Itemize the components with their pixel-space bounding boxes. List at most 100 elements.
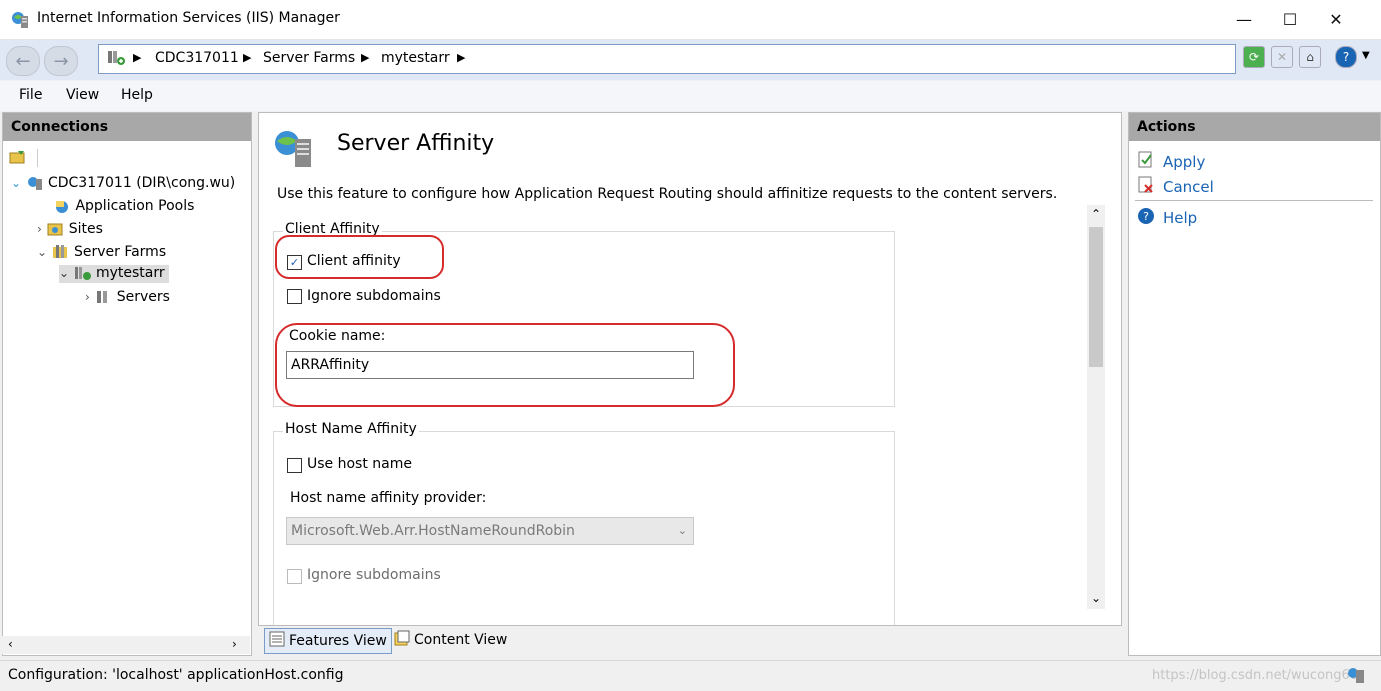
cancel-label: Cancel <box>1163 178 1214 196</box>
feature-scrollbar[interactable]: ⌃ ⌄ <box>1087 205 1105 609</box>
content-view-icon <box>394 630 410 650</box>
sites-icon <box>46 221 64 237</box>
menu-bar: File View Help <box>0 81 1381 111</box>
help-icon[interactable]: ? <box>1335 46 1357 68</box>
back-arrow-icon: ← <box>15 50 31 72</box>
watermark: https://blog.csdn.net/wucong60 <box>1152 668 1359 683</box>
server-farms-icon <box>52 244 70 260</box>
connections-header: Connections <box>3 113 251 141</box>
tree-node-farm-selected[interactable]: ⌄ mytestarr <box>59 265 169 283</box>
cookie-name-input[interactable]: ARRAffinity <box>286 351 694 379</box>
maximize-button[interactable]: ☐ <box>1267 0 1313 39</box>
minimize-button[interactable]: — <box>1221 0 1267 39</box>
application-pools-icon <box>53 198 71 214</box>
status-text: Configuration: 'localhost' applicationHo… <box>8 667 344 683</box>
forward-arrow-icon: → <box>53 50 69 72</box>
tree-label-app-pools: Application Pools <box>75 198 195 214</box>
breadcrumb[interactable]: ▶ CDC317011 ▶ Server Farms ▶ mytestarr ▶ <box>98 44 1236 74</box>
scrollbar-thumb[interactable] <box>1089 227 1103 367</box>
menu-help[interactable]: Help <box>121 87 153 103</box>
view-tabs: Features View Content View <box>258 626 1120 654</box>
forward-button[interactable]: → <box>44 46 78 76</box>
help-dropdown-icon[interactable]: ▼ <box>1362 50 1370 61</box>
tree-node-app-pools[interactable]: Application Pools <box>53 198 194 214</box>
address-bar: ← → ▶ CDC317011 ▶ Server Farms ▶ mytesta… <box>0 40 1381 80</box>
scroll-up-icon[interactable]: ⌃ <box>1091 207 1101 221</box>
tree-node-server-farms[interactable]: ⌄ Server Farms <box>37 244 166 260</box>
tree-node-servers[interactable]: › Servers <box>85 289 170 305</box>
connections-horizontal-scrollbar[interactable]: ‹ › <box>2 636 250 654</box>
breadcrumb-separator-icon: ▶ <box>243 51 252 64</box>
host-name-affinity-group-label: Host Name Affinity <box>283 421 419 437</box>
content-view-tab[interactable]: Content View <box>390 628 511 652</box>
scroll-down-icon[interactable]: ⌄ <box>1091 591 1101 605</box>
iis-app-icon <box>10 10 30 30</box>
provider-select-value: Microsoft.Web.Arr.HostNameRoundRobin <box>291 523 575 539</box>
servers-icon <box>94 289 112 305</box>
server-affinity-icon <box>273 129 315 173</box>
apply-action[interactable]: Apply <box>1137 151 1205 173</box>
use-host-name-label[interactable]: Use host name <box>307 456 412 472</box>
tree-label-farm: mytestarr <box>95 265 165 281</box>
provider-select[interactable]: Microsoft.Web.Arr.HostNameRoundRobin ⌄ <box>286 517 694 545</box>
feature-description: Use this feature to configure how Applic… <box>277 186 1058 202</box>
help-circle-icon: ? <box>1137 207 1155 229</box>
connect-icon[interactable] <box>9 149 27 169</box>
provider-label: Host name affinity provider: <box>290 490 487 506</box>
tree-label-server-farms: Server Farms <box>73 244 167 260</box>
menu-view[interactable]: View <box>66 87 99 103</box>
back-button[interactable]: ← <box>6 46 40 76</box>
breadcrumb-server[interactable]: CDC317011 <box>155 50 239 66</box>
apply-icon <box>1137 151 1155 173</box>
refresh-icon[interactable]: ⟳ <box>1243 46 1265 68</box>
cookie-name-label: Cookie name: <box>289 328 386 344</box>
status-bar: Configuration: 'localhost' applicationHo… <box>0 660 1381 691</box>
expand-chevron-icon[interactable]: ⌄ <box>37 245 47 259</box>
breadcrumb-separator-icon: ▶ <box>457 51 466 64</box>
feature-panel: Server Affinity Use this feature to conf… <box>258 112 1122 626</box>
close-button[interactable]: ✕ <box>1313 0 1359 39</box>
ignore-subdomains-label[interactable]: Ignore subdomains <box>307 288 441 304</box>
window-title: Internet Information Services (IIS) Mana… <box>37 10 340 26</box>
breadcrumb-server-farms[interactable]: Server Farms <box>263 50 355 66</box>
client-affinity-checkbox[interactable]: ✓ <box>287 255 302 270</box>
server-icon <box>26 175 44 191</box>
apply-label: Apply <box>1163 153 1206 171</box>
svg-text:?: ? <box>1143 210 1149 223</box>
features-view-tab[interactable]: Features View <box>264 628 392 654</box>
tree-node-server[interactable]: ⌄ CDC317011 (DIR\cong.wu) <box>11 175 235 191</box>
use-host-name-checkbox[interactable] <box>287 458 302 473</box>
collapse-chevron-icon[interactable]: › <box>37 222 42 236</box>
actions-header: Actions <box>1129 113 1380 141</box>
breadcrumb-farm[interactable]: mytestarr <box>381 50 450 66</box>
breadcrumb-separator-icon: ▶ <box>361 51 370 64</box>
tree-label-server: CDC317011 (DIR\cong.wu) <box>47 175 236 191</box>
features-view-icon <box>269 631 285 651</box>
chevron-down-icon: ⌄ <box>677 524 687 537</box>
ignore-subdomains-checkbox[interactable] <box>287 289 302 304</box>
collapse-chevron-icon[interactable]: › <box>85 290 90 304</box>
tree-label-servers: Servers <box>116 289 170 305</box>
tree-node-sites[interactable]: › Sites <box>37 221 103 237</box>
cancel-action[interactable]: Cancel <box>1137 176 1214 198</box>
status-server-icon <box>1346 665 1366 689</box>
scroll-left-icon[interactable]: ‹ <box>8 637 13 651</box>
breadcrumb-separator-icon: ▶ <box>133 51 142 64</box>
expand-chevron-icon[interactable]: ⌄ <box>59 266 69 280</box>
home-icon[interactable]: ⌂ <box>1299 46 1321 68</box>
host-ignore-subdomains-checkbox[interactable] <box>287 569 302 584</box>
help-label: Help <box>1163 209 1198 227</box>
scroll-right-icon[interactable]: › <box>232 637 237 651</box>
content-view-label: Content View <box>414 632 508 648</box>
actions-divider <box>1135 200 1373 201</box>
title-bar: Internet Information Services (IIS) Mana… <box>0 0 1381 40</box>
toolbar-divider <box>37 149 38 167</box>
client-affinity-label[interactable]: Client affinity <box>307 253 401 269</box>
server-farm-icon <box>74 265 92 281</box>
host-ignore-subdomains-label: Ignore subdomains <box>307 567 441 583</box>
help-action[interactable]: ? Help <box>1137 207 1197 229</box>
stop-icon[interactable]: ✕ <box>1271 46 1293 68</box>
expand-chevron-icon[interactable]: ⌄ <box>11 176 21 190</box>
menu-file[interactable]: File <box>19 87 42 103</box>
checkmark-icon: ✓ <box>289 256 300 269</box>
